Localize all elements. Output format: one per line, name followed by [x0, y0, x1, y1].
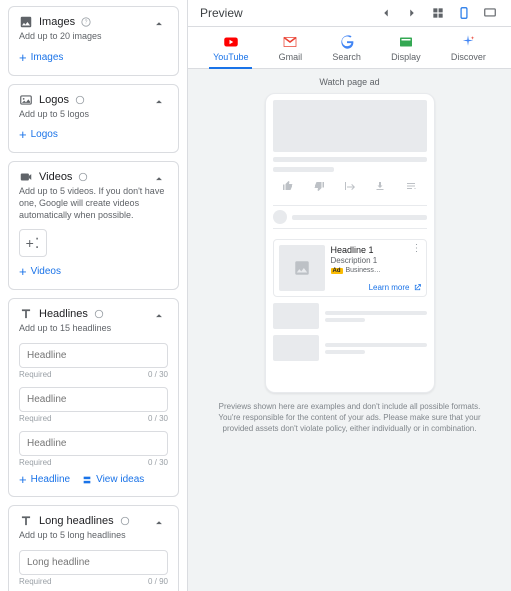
preview-title: Preview	[200, 6, 243, 20]
add-video-box[interactable]: +⁚	[19, 229, 47, 257]
svg-text:?: ?	[85, 20, 88, 26]
headlines-card: Headlines Add up to 15 headlines Require…	[8, 298, 179, 497]
ad-image-placeholder	[279, 245, 325, 291]
ad-badge: Ad	[331, 268, 343, 274]
gmail-icon	[281, 35, 299, 49]
headline-input-1[interactable]	[19, 343, 168, 368]
text-icon	[19, 307, 33, 321]
prev-ad-button[interactable]	[377, 4, 395, 22]
like-icon	[282, 180, 294, 195]
required-label: Required	[19, 370, 51, 379]
phone-mockup: Headline 1 Description 1 Ad Business… ⋮ …	[265, 93, 435, 393]
video-icon	[19, 170, 33, 184]
long-headlines-subtitle: Add up to 5 long headlines	[19, 530, 168, 542]
tab-youtube[interactable]: YouTube	[209, 33, 252, 68]
images-title: Images	[39, 16, 75, 28]
logos-card: Logos Add up to 5 logos +Logos	[8, 84, 179, 154]
chevron-up-icon[interactable]	[152, 309, 168, 325]
images-subtitle: Add up to 20 images	[19, 31, 168, 43]
cta-button[interactable]: Learn more	[369, 283, 422, 292]
logos-subtitle: Add up to 5 logos	[19, 109, 168, 121]
preview-disclaimer: Previews shown here are examples and don…	[196, 393, 503, 445]
add-logos-link[interactable]: +Logos	[19, 128, 58, 141]
mobile-view-button[interactable]	[455, 4, 473, 22]
long-headlines-title: Long headlines	[39, 515, 114, 527]
add-images-link[interactable]: +Images	[19, 51, 63, 64]
videos-card: Videos Add up to 5 videos. If you don't …	[8, 161, 179, 290]
ad-card: Headline 1 Description 1 Ad Business… ⋮ …	[273, 239, 427, 297]
image-icon	[19, 15, 33, 29]
tab-gmail[interactable]: Gmail	[275, 33, 307, 68]
display-icon	[397, 35, 415, 49]
long-headlines-card: Long headlines Add up to 5 long headline…	[8, 505, 179, 591]
ad-headline: Headline 1	[331, 245, 421, 255]
headline-input-3[interactable]	[19, 431, 168, 456]
long-headline-input-1[interactable]	[19, 550, 168, 575]
help-icon[interactable]	[94, 309, 104, 319]
view-ideas-link[interactable]: View ideas	[82, 474, 144, 485]
headlines-title: Headlines	[39, 308, 88, 320]
chevron-up-icon[interactable]	[152, 516, 168, 532]
tab-discover[interactable]: Discover	[447, 33, 490, 68]
save-icon	[405, 180, 417, 195]
discover-icon	[459, 35, 477, 49]
ad-description: Description 1	[331, 256, 421, 265]
channel-avatar	[273, 210, 287, 224]
next-ad-button[interactable]	[403, 4, 421, 22]
images-card: Images ? Add up to 20 images +Images	[8, 6, 179, 76]
preview-panel: Preview YouTube Gmail Search	[188, 0, 511, 591]
videos-subtitle: Add up to 5 videos. If you don't have on…	[19, 186, 168, 221]
add-headline-link[interactable]: +Headline	[19, 473, 70, 486]
chevron-up-icon[interactable]	[152, 95, 168, 111]
business-name: Business…	[346, 267, 381, 274]
chevron-up-icon[interactable]	[152, 17, 168, 33]
download-icon	[374, 180, 386, 195]
add-videos-link[interactable]: +Videos	[19, 265, 61, 278]
grid-view-button[interactable]	[429, 4, 447, 22]
headlines-subtitle: Add up to 15 headlines	[19, 323, 168, 335]
help-icon[interactable]: ?	[81, 17, 91, 27]
char-counter: 0 / 30	[148, 370, 168, 379]
video-actions	[273, 180, 427, 195]
help-icon[interactable]	[120, 516, 130, 526]
text-icon	[19, 514, 33, 528]
assets-panel: Images ? Add up to 20 images +Images Log…	[0, 0, 188, 591]
tab-display[interactable]: Display	[387, 33, 425, 68]
help-icon[interactable]	[78, 172, 88, 182]
dislike-icon	[313, 180, 325, 195]
ad-format-label: Watch page ad	[319, 77, 379, 87]
share-icon	[343, 180, 355, 195]
chevron-up-icon[interactable]	[152, 172, 168, 188]
help-icon[interactable]	[75, 95, 85, 105]
desktop-view-button[interactable]	[481, 4, 499, 22]
video-thumbnail	[273, 100, 427, 152]
youtube-icon	[222, 35, 240, 49]
logo-icon	[19, 93, 33, 107]
ad-menu-icon[interactable]: ⋮	[412, 244, 422, 254]
tab-search[interactable]: Search	[328, 33, 365, 68]
headline-input-2[interactable]	[19, 387, 168, 412]
logos-title: Logos	[39, 94, 69, 106]
videos-title: Videos	[39, 171, 72, 183]
google-icon	[338, 35, 356, 49]
preview-tabs: YouTube Gmail Search Display Discover	[188, 27, 511, 69]
